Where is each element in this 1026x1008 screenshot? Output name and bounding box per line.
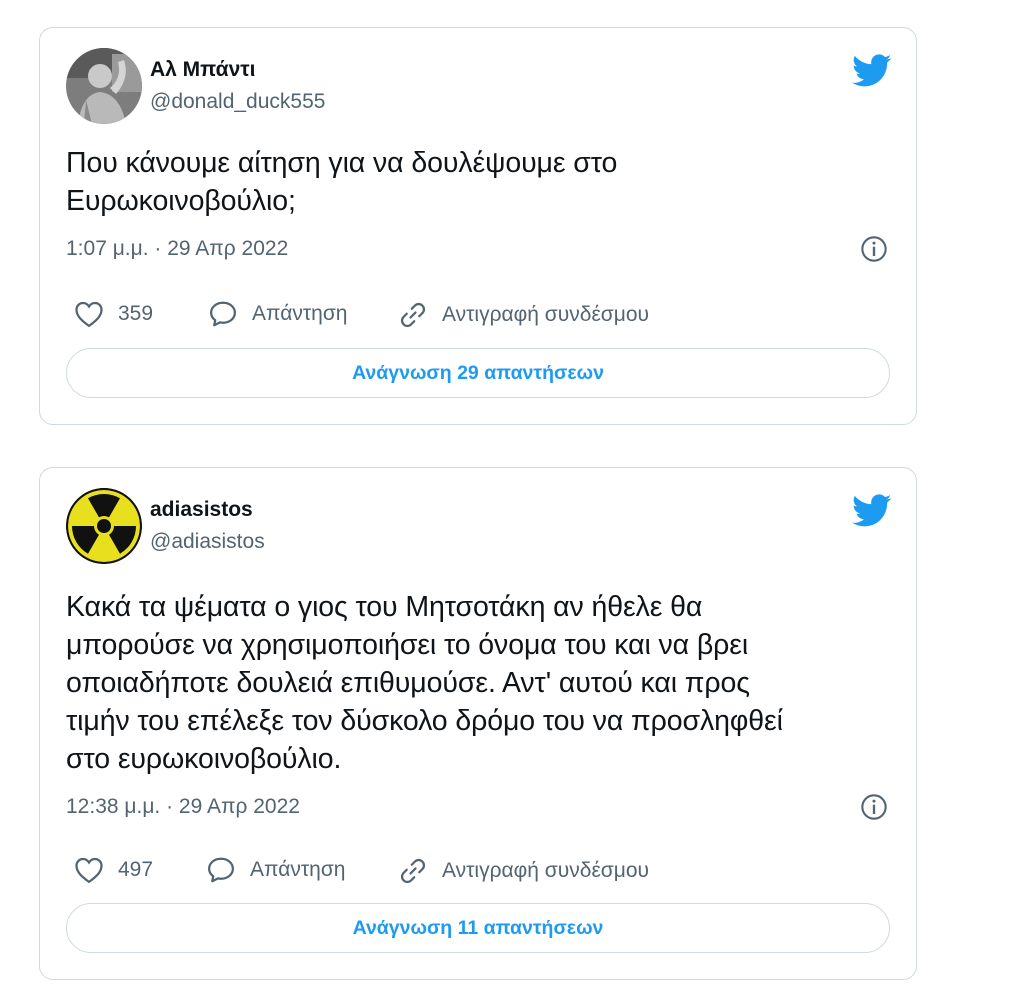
tweet-text: Που κάνουμε αίτηση για να δουλέψουμε στο… [66,144,890,220]
twitter-bird-icon[interactable] [852,494,892,528]
copy-link-label: Αντιγραφή συνδέσμου [442,303,650,326]
display-name[interactable]: Αλ Μπάντι [150,58,255,82]
info-icon[interactable] [860,235,888,263]
link-icon [400,302,426,328]
tweet-text: Κακά τα ψέματα ο γιος του Μητσοτάκη αν ή… [66,588,890,778]
action-bar: 497 Απάντηση Αντιγραφή συνδέσμου [66,856,890,888]
handle[interactable]: @adiasistos [150,530,265,554]
tweet-text-line: οποιαδήποτε δουλειά επιθυμούσε. Αντ' αυτ… [66,667,750,699]
info-icon[interactable] [860,793,888,821]
like-button[interactable]: 359 [74,300,153,328]
twitter-bird-icon[interactable] [852,54,892,88]
action-bar: 359 Απάντηση Αντιγραφή συνδέσμου [66,300,890,332]
tweet-text-line: μπορούσε να χρησιμοποιήσει το όνομα του … [66,629,749,661]
reply-bubble-icon [208,857,234,883]
heart-icon [75,857,103,884]
tweet-text-line: τιμήν του επέλεξε τον δύσκολο δρόμο του … [66,705,783,737]
reply-button[interactable]: Απάντηση [208,300,347,328]
tweet-card: Αλ Μπάντι @donald_duck555 Που κάνουμε αί… [39,27,917,425]
reply-button[interactable]: Απάντηση [206,856,345,884]
tweet-text-line: Που κάνουμε αίτηση για να δουλέψουμε στο [66,147,618,179]
avatar[interactable] [66,48,142,124]
tweet-text-line: Κακά τα ψέματα ο γιος του Μητσοτάκη αν ή… [66,591,703,623]
link-icon [400,858,426,884]
copy-link-button[interactable]: Αντιγραφή συνδέσμου [398,856,649,886]
tweet-card: adiasistos @adiasistos Κακά τα ψέματα ο … [39,467,917,980]
display-name[interactable]: adiasistos [150,498,253,522]
reply-label: Απάντηση [250,858,346,881]
like-count: 359 [118,302,154,325]
reply-bubble-icon [210,301,236,327]
reply-label: Απάντηση [252,302,348,325]
like-count: 497 [118,858,154,881]
timestamp[interactable]: 1:07 μ.μ. · 29 Απρ 2022 [66,237,288,261]
heart-icon [75,301,103,328]
read-replies-button[interactable]: Ανάγνωση 11 απαντήσεων [66,903,890,953]
tweet-text-line: στο ευρωκοινοβούλιο. [66,743,342,775]
read-replies-button[interactable]: Ανάγνωση 29 απαντήσεων [66,348,890,398]
radiation-avatar [66,488,142,564]
like-button[interactable]: 497 [74,856,153,884]
copy-link-label: Αντιγραφή συνδέσμου [442,859,650,882]
tweet-text-line: Ευρωκοινοβούλιο; [66,185,296,217]
avatar[interactable] [66,488,142,564]
handle[interactable]: @donald_duck555 [150,90,325,114]
timestamp[interactable]: 12:38 μ.μ. · 29 Απρ 2022 [66,795,300,819]
copy-link-button[interactable]: Αντιγραφή συνδέσμου [398,300,649,330]
